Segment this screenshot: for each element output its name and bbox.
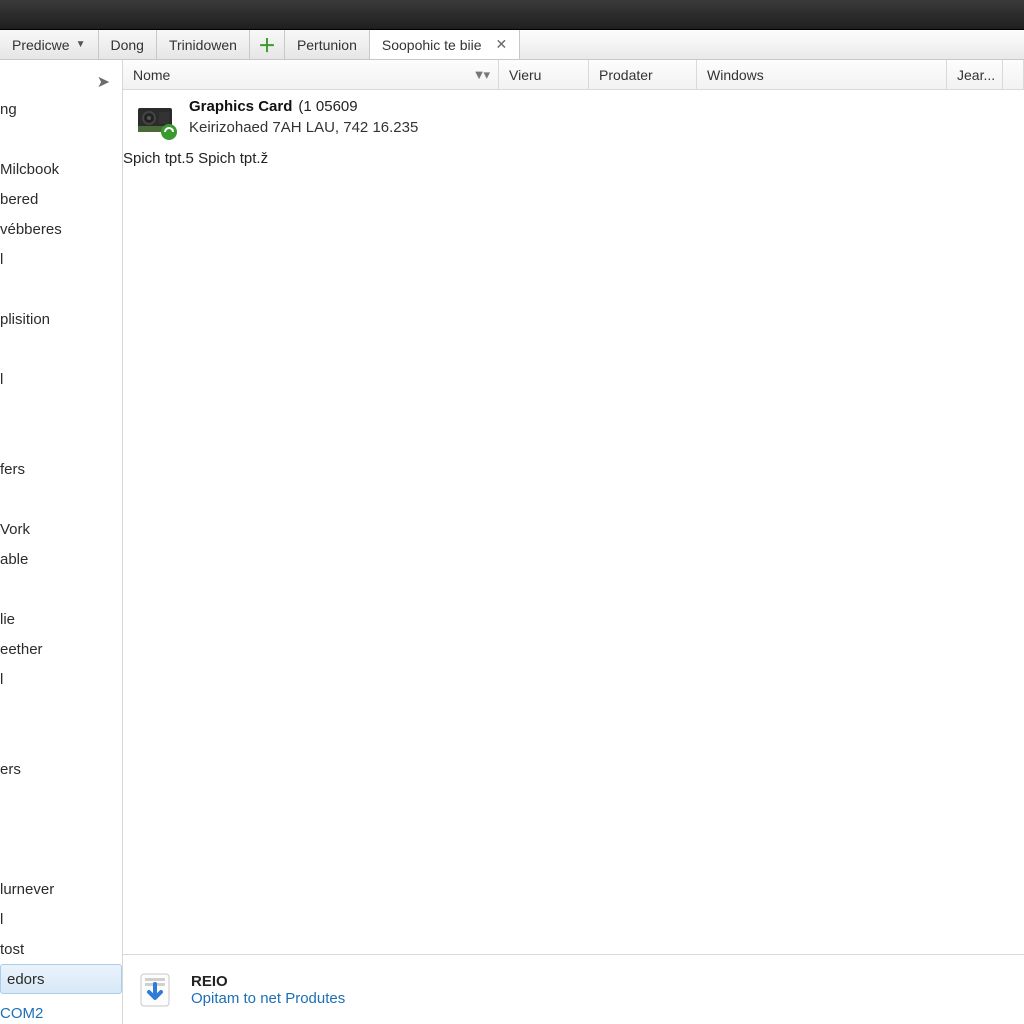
bottom-title: REIO: [191, 973, 345, 990]
tab-label: Trinidowen: [169, 37, 237, 53]
window-titlebar: [0, 0, 1024, 30]
column-label: Jear...: [957, 67, 995, 83]
sidebar-link[interactable]: COM2: [0, 994, 122, 1024]
row-name-suffix: (1 05609: [298, 98, 357, 115]
tab-pertunion[interactable]: Pertunion: [285, 30, 370, 59]
sidebar-item[interactable]: vébberes: [0, 214, 122, 244]
sidebar-item-label: l: [0, 671, 3, 688]
sidebar-item[interactable]: able: [0, 544, 122, 574]
column-header-prodater[interactable]: Prodater: [589, 60, 697, 89]
sidebar-item-label: l: [0, 251, 3, 268]
column-header-windows[interactable]: Windows: [697, 60, 947, 89]
column-label: Vieru: [509, 67, 541, 83]
sidebar-item-selected[interactable]: edors: [0, 964, 122, 994]
sidebar-item[interactable]: l: [0, 244, 122, 274]
sidebar-item[interactable]: lurnever: [0, 874, 122, 904]
bottom-info-panel: REIO Opitam to net Produtes: [123, 954, 1024, 1024]
sidebar-item: [0, 574, 122, 604]
tab-dong[interactable]: Dong: [99, 30, 157, 59]
close-icon[interactable]: ✕: [496, 36, 508, 53]
sidebar-item-label: lie: [0, 611, 15, 628]
sidebar-item-label: Milcbook: [0, 161, 59, 178]
download-arrow-icon: [133, 968, 177, 1012]
sidebar-item-label: eether: [0, 641, 43, 658]
sidebar-item[interactable]: lie: [0, 604, 122, 634]
sidebar-item[interactable]: ng: [0, 94, 122, 124]
item-list: Graphics Card (1 05609 Keirizohaed 7AH L…: [123, 90, 1024, 954]
column-label: Prodater: [599, 67, 653, 83]
sidebar-item[interactable]: Milcbook: [0, 154, 122, 184]
tab-label: Dong: [111, 37, 144, 53]
sidebar-item[interactable]: l: [0, 364, 122, 394]
forward-arrow-icon[interactable]: ➤: [97, 66, 122, 94]
column-header-jear[interactable]: Jear...: [947, 60, 1003, 89]
sidebar-item-label: fers: [0, 461, 25, 478]
sidebar-item[interactable]: fers: [0, 454, 122, 484]
sidebar-item-label: l: [0, 911, 3, 928]
sidebar-item[interactable]: eether: [0, 634, 122, 664]
sidebar-item: [0, 394, 122, 424]
column-label: Windows: [707, 67, 764, 83]
sidebar-item-label: vébberes: [0, 221, 62, 238]
sidebar-item: [0, 484, 122, 514]
sidebar-item: [0, 724, 122, 754]
sidebar-item-label: l: [0, 371, 3, 388]
sidebar-item-label: ng: [0, 101, 17, 118]
sidebar-item: [0, 694, 122, 724]
gpu-card-icon: [133, 98, 181, 146]
sidebar-item: [0, 424, 122, 454]
tab-soopohic[interactable]: Soopohic te biie ✕: [370, 30, 520, 59]
sidebar-item: [0, 124, 122, 154]
add-tab-button[interactable]: ＋: [250, 30, 285, 59]
column-header-extra[interactable]: [1003, 60, 1024, 89]
sidebar-item[interactable]: plisition: [0, 304, 122, 334]
sidebar-item-label: Vork: [0, 521, 30, 538]
sidebar-item: [0, 844, 122, 874]
sidebar-item[interactable]: bered: [0, 184, 122, 214]
sidebar-item[interactable]: l: [0, 904, 122, 934]
tab-predicwe[interactable]: Predicwe ▼: [0, 30, 99, 59]
sidebar-item: [0, 814, 122, 844]
tab-label: Predicwe: [12, 37, 70, 53]
row-name: Graphics Card: [189, 98, 292, 115]
sidebar-item[interactable]: l: [0, 664, 122, 694]
tab-bar: Predicwe ▼ Dong Trinidowen ＋ Pertunion S…: [0, 30, 1024, 60]
sidebar: ➤ ng Milcbook bered vébberes l plisition…: [0, 60, 123, 1024]
column-label: Nome: [133, 67, 170, 83]
sidebar-item: [0, 334, 122, 364]
row-vieru-2: Spich tpt.ž: [198, 150, 268, 167]
sidebar-link-label: COM2: [0, 1005, 43, 1022]
sidebar-item[interactable]: ers: [0, 754, 122, 784]
column-header-name[interactable]: Nome ▼▾: [123, 60, 499, 89]
tab-label: Pertunion: [297, 37, 357, 53]
main-panel: Nome ▼▾ Vieru Prodater Windows Jear...: [123, 60, 1024, 1024]
sidebar-item[interactable]: tost: [0, 934, 122, 964]
column-header-vieru[interactable]: Vieru: [499, 60, 589, 89]
chevron-down-icon: ▼: [76, 39, 86, 50]
sidebar-item-label: able: [0, 551, 28, 568]
sidebar-item[interactable]: Vork: [0, 514, 122, 544]
plus-icon: ＋: [258, 32, 276, 58]
sidebar-item-label: bered: [0, 191, 38, 208]
row-subtitle: Keirizohaed 7AH LAU, 742 16.235: [189, 119, 418, 136]
sidebar-item-label: tost: [0, 941, 24, 958]
column-headers: Nome ▼▾ Vieru Prodater Windows Jear...: [123, 60, 1024, 90]
sidebar-item-label: plisition: [0, 311, 50, 328]
tab-trinidowen[interactable]: Trinidowen: [157, 30, 250, 59]
sidebar-item: [0, 784, 122, 814]
sidebar-item: [0, 274, 122, 304]
sidebar-item-label: ers: [0, 761, 21, 778]
filter-icon[interactable]: ▼▾: [473, 67, 488, 83]
tab-label: Soopohic te biie: [382, 37, 482, 53]
sidebar-item-label: edors: [7, 971, 45, 988]
bottom-link[interactable]: Opitam to net Produtes: [191, 990, 345, 1007]
list-row[interactable]: Graphics Card (1 05609 Keirizohaed 7AH L…: [123, 90, 1024, 167]
row-vieru-1: Spich tpt.5: [123, 150, 194, 167]
sidebar-item-label: lurnever: [0, 881, 54, 898]
